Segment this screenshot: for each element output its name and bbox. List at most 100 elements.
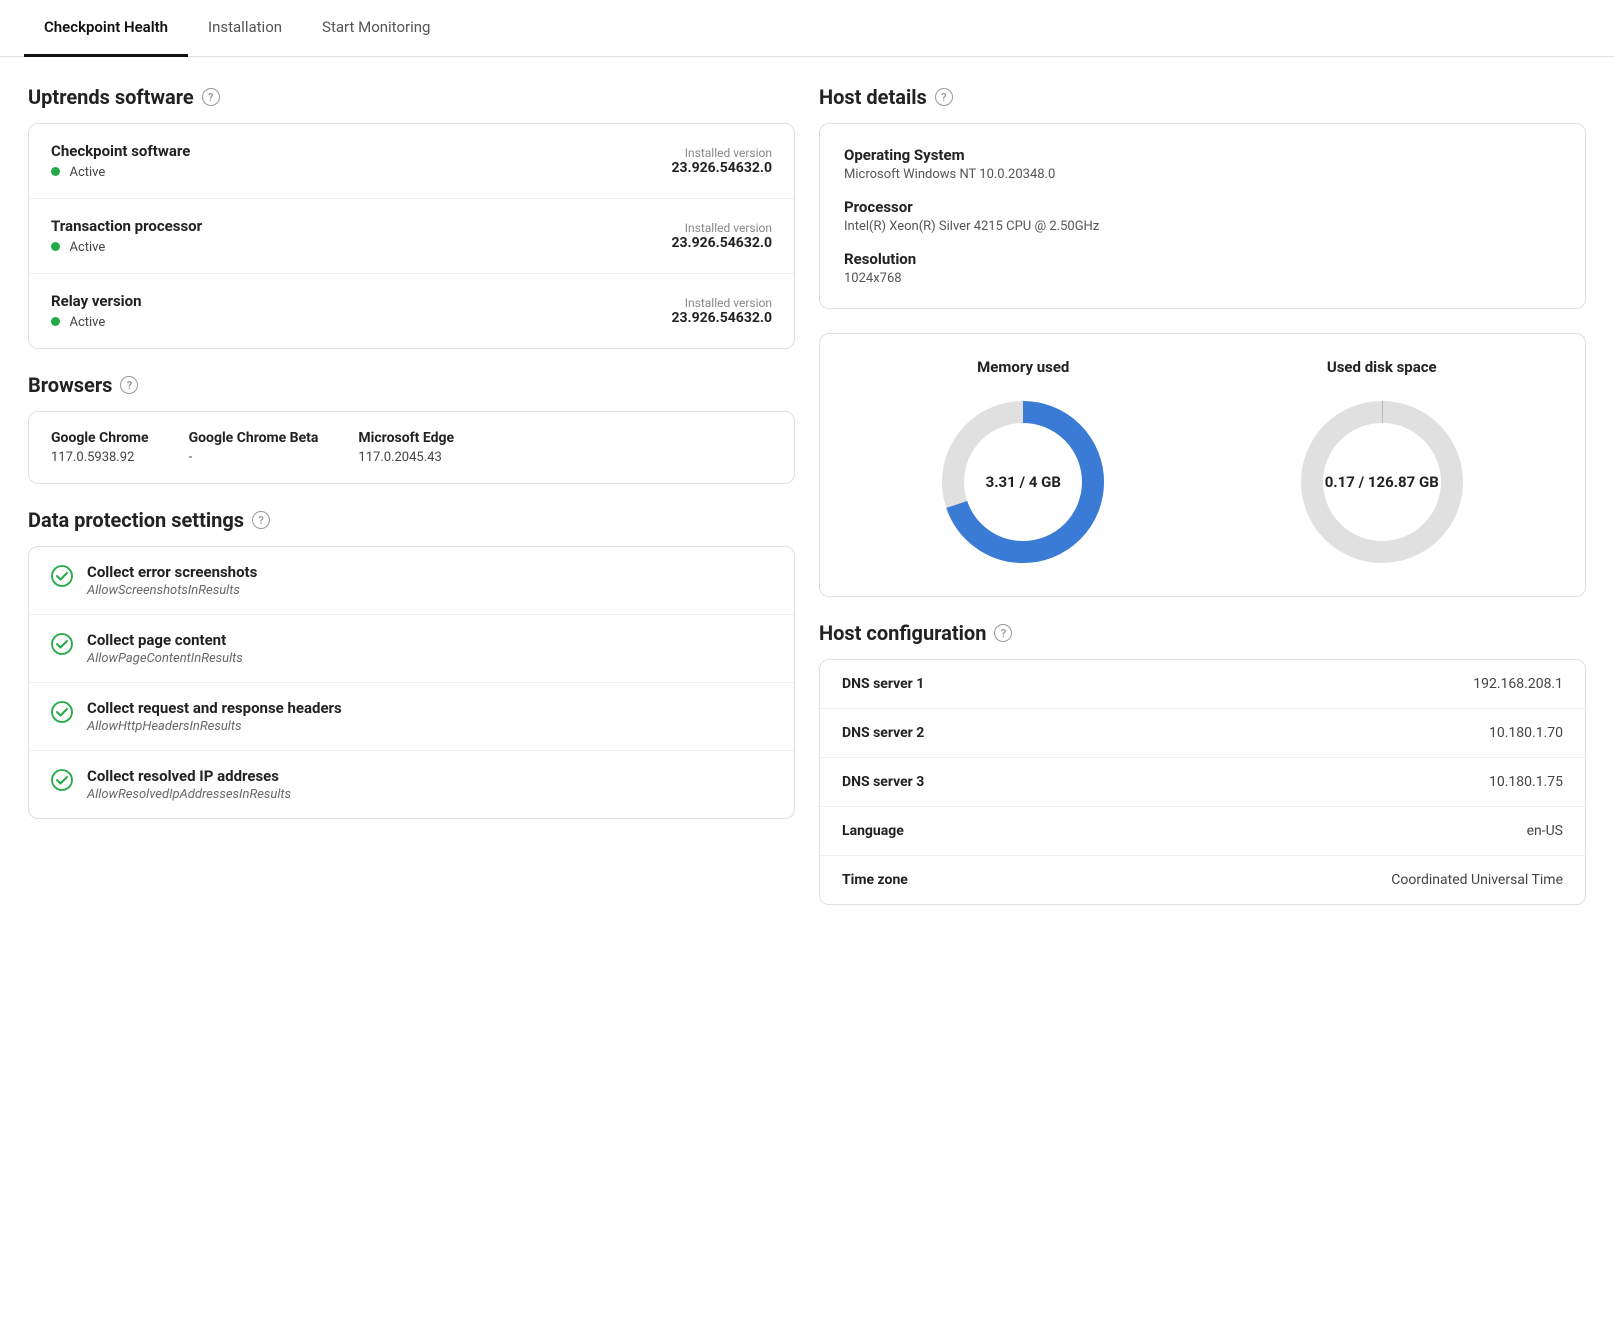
software-item-status: Active [51,164,190,180]
browser-name: Microsoft Edge [358,430,454,446]
dp-item: Collect error screenshots AllowScreensho… [29,547,794,615]
host-details-section: Host details ? Operating System Microsof… [819,85,1586,309]
tab-installation[interactable]: Installation [188,0,302,57]
disk-chart-wrapper: Used disk space 0.17 / 126.87 GB [1292,358,1472,572]
browser-name: Google Chrome [51,430,149,446]
host-detail-label: Resolution [844,250,1561,268]
tab-start-monitoring[interactable]: Start Monitoring [302,0,450,57]
browser-version: - [189,450,319,465]
config-key: DNS server 3 [842,774,924,790]
status-dot [51,242,60,251]
browsers-heading: Browsers [28,373,112,397]
tabs-nav: Checkpoint Health Installation Start Mon… [0,0,1614,57]
software-item-name: Transaction processor [51,217,202,235]
host-detail-value: Intel(R) Xeon(R) Silver 4215 CPU @ 2.50G… [844,219,1561,234]
version-label: Installed version [671,221,772,235]
dp-item: Collect resolved IP addreses AllowResolv… [29,751,794,818]
version-label: Installed version [671,296,772,310]
host-configuration-help-icon[interactable]: ? [994,624,1012,642]
browser-entry: Google Chrome Beta - [189,430,319,465]
browser-entry: Microsoft Edge 117.0.2045.43 [358,430,454,465]
software-item-right: Installed version 23.926.54632.0 [671,146,772,176]
config-key: Time zone [842,872,908,888]
version-value: 23.926.54632.0 [671,310,772,326]
dp-item-title: Collect error screenshots [87,563,257,581]
host-configuration-heading: Host configuration [819,621,986,645]
host-detail-row: Resolution 1024x768 [844,250,1561,286]
software-item-name: Relay version [51,292,142,310]
host-detail-row: Operating System Microsoft Windows NT 10… [844,146,1561,182]
disk-donut-label: 0.17 / 126.87 GB [1325,473,1439,491]
uptrends-software-card: Checkpoint software Active Installed ver… [28,123,795,349]
software-item: Relay version Active Installed version 2… [29,274,794,348]
memory-chart-wrapper: Memory used 3.31 / 4 GB [933,358,1113,572]
dp-item: Collect request and response headers All… [29,683,794,751]
memory-chart-title: Memory used [977,358,1069,376]
check-icon [51,701,73,723]
software-item-left: Relay version Active [51,292,142,330]
software-item-status: Active [51,314,142,330]
host-detail-label: Operating System [844,146,1561,164]
host-configuration-card: DNS server 1 192.168.208.1 DNS server 2 … [819,659,1586,905]
check-icon [51,633,73,655]
browsers-card: Google Chrome 117.0.5938.92 Google Chrom… [28,411,795,484]
host-details-help-icon[interactable]: ? [935,88,953,106]
config-row: DNS server 2 10.180.1.70 [820,709,1585,758]
dp-item-text: Collect error screenshots AllowScreensho… [87,563,257,598]
host-details-heading: Host details [819,85,927,109]
data-protection-help-icon[interactable]: ? [252,511,270,529]
config-value: 10.180.1.70 [1489,725,1563,741]
software-item-status: Active [51,239,202,255]
dp-item-title: Collect resolved IP addreses [87,767,291,785]
config-row: DNS server 1 192.168.208.1 [820,660,1585,709]
dp-item-text: Collect request and response headers All… [87,699,342,734]
left-column: Uptrends software ? Checkpoint software … [28,85,795,905]
status-label: Active [69,165,105,180]
browsers-title: Browsers ? [28,373,795,397]
browsers-section: Browsers ? Google Chrome 117.0.5938.92 G… [28,373,795,484]
memory-donut: 3.31 / 4 GB [933,392,1113,572]
browser-version: 117.0.5938.92 [51,450,149,465]
uptrends-software-section: Uptrends software ? Checkpoint software … [28,85,795,349]
charts-card: Memory used 3.31 / 4 GB Used disk space [819,333,1586,597]
config-value: Coordinated Universal Time [1391,872,1563,888]
browser-name: Google Chrome Beta [189,430,319,446]
host-configuration-section: Host configuration ? DNS server 1 192.16… [819,621,1586,905]
tab-checkpoint-health[interactable]: Checkpoint Health [24,0,188,57]
check-icon [51,565,73,587]
dp-item-sub: AllowScreenshotsInResults [87,583,257,598]
browsers-help-icon[interactable]: ? [120,376,138,394]
version-value: 23.926.54632.0 [671,235,772,251]
uptrends-software-help-icon[interactable]: ? [202,88,220,106]
uptrends-software-heading: Uptrends software [28,85,194,109]
config-key: Language [842,823,904,839]
config-row: Time zone Coordinated Universal Time [820,856,1585,904]
config-value: en-US [1527,823,1563,839]
host-details-title: Host details ? [819,85,1586,109]
status-dot [51,167,60,176]
dp-item-sub: AllowHttpHeadersInResults [87,719,342,734]
config-value: 192.168.208.1 [1473,676,1563,692]
right-column: Host details ? Operating System Microsof… [819,85,1586,905]
software-item: Checkpoint software Active Installed ver… [29,124,794,199]
check-icon [51,769,73,791]
status-label: Active [69,240,105,255]
dp-item-text: Collect page content AllowPageContentInR… [87,631,243,666]
browsers-row: Google Chrome 117.0.5938.92 Google Chrom… [29,412,794,483]
config-key: DNS server 1 [842,676,924,692]
config-key: DNS server 2 [842,725,924,741]
dp-item-sub: AllowPageContentInResults [87,651,243,666]
config-row: Language en-US [820,807,1585,856]
host-detail-row: Processor Intel(R) Xeon(R) Silver 4215 C… [844,198,1561,234]
main-content: Uptrends software ? Checkpoint software … [0,57,1614,933]
host-configuration-title: Host configuration ? [819,621,1586,645]
software-item-name: Checkpoint software [51,142,190,160]
host-detail-value: 1024x768 [844,271,1561,286]
software-item-right: Installed version 23.926.54632.0 [671,221,772,251]
data-protection-title: Data protection settings ? [28,508,795,532]
software-item-right: Installed version 23.926.54632.0 [671,296,772,326]
host-detail-label: Processor [844,198,1561,216]
dp-item-title: Collect page content [87,631,243,649]
browser-entry: Google Chrome 117.0.5938.92 [51,430,149,465]
dp-item-title: Collect request and response headers [87,699,342,717]
